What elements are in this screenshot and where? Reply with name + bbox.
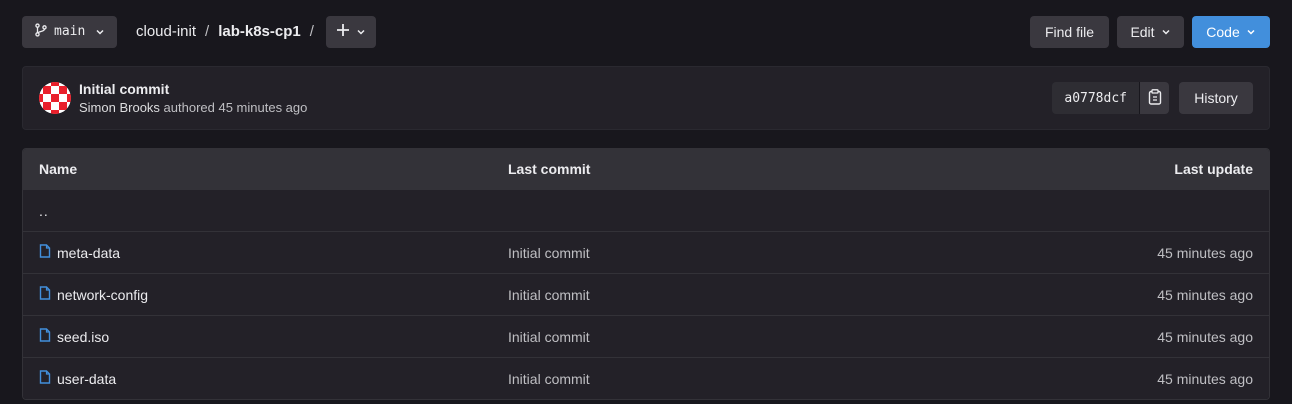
breadcrumb: cloud-init / lab-k8s-cp1 / bbox=[136, 23, 323, 40]
history-button[interactable]: History bbox=[1179, 82, 1253, 114]
add-to-tree-button[interactable] bbox=[325, 15, 376, 48]
header-last-update: Last update bbox=[1174, 161, 1253, 177]
code-button-label: Code bbox=[1206, 23, 1240, 40]
commit-meta: Simon Brooks authored 45 minutes ago bbox=[79, 100, 307, 115]
file-tree-table: Name Last commit Last update .. meta-dat… bbox=[22, 148, 1270, 400]
file-last-commit[interactable]: Initial commit bbox=[508, 329, 1053, 345]
find-file-button[interactable]: Find file bbox=[1030, 15, 1109, 48]
file-link[interactable]: network-config bbox=[57, 287, 148, 303]
commit-info: Initial commit Simon Brooks authored 45 … bbox=[79, 81, 307, 115]
file-last-update: 45 minutes ago bbox=[1157, 328, 1253, 345]
file-last-update: 45 minutes ago bbox=[1157, 370, 1253, 387]
file-name-cell: network-config bbox=[39, 286, 508, 303]
file-link[interactable]: user-data bbox=[57, 371, 116, 387]
parent-directory-row[interactable]: .. bbox=[23, 189, 1269, 231]
chevron-down-icon bbox=[1161, 24, 1171, 40]
edit-button-label: Edit bbox=[1130, 23, 1155, 40]
last-commit-panel: Initial commit Simon Brooks authored 45 … bbox=[22, 66, 1270, 130]
file-icon bbox=[39, 328, 51, 345]
commit-author[interactable]: Simon Brooks bbox=[79, 100, 160, 115]
chevron-down-icon bbox=[95, 24, 105, 40]
edit-button[interactable]: Edit bbox=[1117, 15, 1184, 48]
file-icon bbox=[39, 370, 51, 387]
branch-icon bbox=[34, 23, 48, 40]
branch-selector-button[interactable]: main bbox=[22, 15, 117, 48]
breadcrumb-item-cloud-init[interactable]: cloud-init bbox=[136, 23, 196, 40]
file-name-cell: seed.iso bbox=[39, 328, 508, 345]
branch-name: main bbox=[54, 24, 86, 39]
file-last-commit[interactable]: Initial commit bbox=[508, 245, 1053, 261]
avatar[interactable] bbox=[39, 82, 71, 114]
copy-sha-button[interactable] bbox=[1139, 82, 1169, 114]
breadcrumb-separator: / bbox=[309, 23, 314, 40]
code-button[interactable]: Code bbox=[1192, 15, 1270, 48]
header-name: Name bbox=[39, 161, 78, 177]
breadcrumb-item-current[interactable]: lab-k8s-cp1 bbox=[218, 23, 301, 40]
file-name-cell: user-data bbox=[39, 370, 508, 387]
file-last-commit[interactable]: Initial commit bbox=[508, 287, 1053, 303]
commit-sha[interactable]: a0778dcf bbox=[1052, 82, 1139, 114]
breadcrumb-separator: / bbox=[205, 23, 210, 40]
clipboard-icon bbox=[1148, 88, 1162, 108]
parent-directory-link[interactable]: .. bbox=[39, 203, 49, 219]
commit-sha-group: a0778dcf bbox=[1052, 82, 1169, 114]
file-icon bbox=[39, 244, 51, 261]
table-row[interactable]: network-config Initial commit 45 minutes… bbox=[23, 273, 1269, 315]
commit-actions: a0778dcf History bbox=[1052, 82, 1253, 114]
toolbar-actions: Find file Edit Code bbox=[1030, 15, 1270, 48]
table-row[interactable]: user-data Initial commit 45 minutes ago bbox=[23, 357, 1269, 399]
table-row[interactable]: seed.iso Initial commit 45 minutes ago bbox=[23, 315, 1269, 357]
chevron-down-icon bbox=[1246, 24, 1256, 40]
file-link[interactable]: meta-data bbox=[57, 245, 120, 261]
file-icon bbox=[39, 286, 51, 303]
header-last-commit: Last commit bbox=[508, 161, 591, 177]
file-last-update: 45 minutes ago bbox=[1157, 244, 1253, 261]
commit-title[interactable]: Initial commit bbox=[79, 81, 307, 97]
commit-time: authored 45 minutes ago bbox=[163, 100, 308, 115]
plus-icon bbox=[336, 23, 350, 40]
file-link[interactable]: seed.iso bbox=[57, 329, 109, 345]
file-last-update: 45 minutes ago bbox=[1157, 286, 1253, 303]
table-header: Name Last commit Last update bbox=[23, 149, 1269, 189]
chevron-down-icon bbox=[356, 24, 366, 40]
file-last-commit[interactable]: Initial commit bbox=[508, 371, 1053, 387]
file-name-cell: meta-data bbox=[39, 244, 508, 261]
table-row[interactable]: meta-data Initial commit 45 minutes ago bbox=[23, 231, 1269, 273]
repository-toolbar: main cloud-init / lab-k8s-cp1 / Find fil… bbox=[22, 15, 1270, 48]
